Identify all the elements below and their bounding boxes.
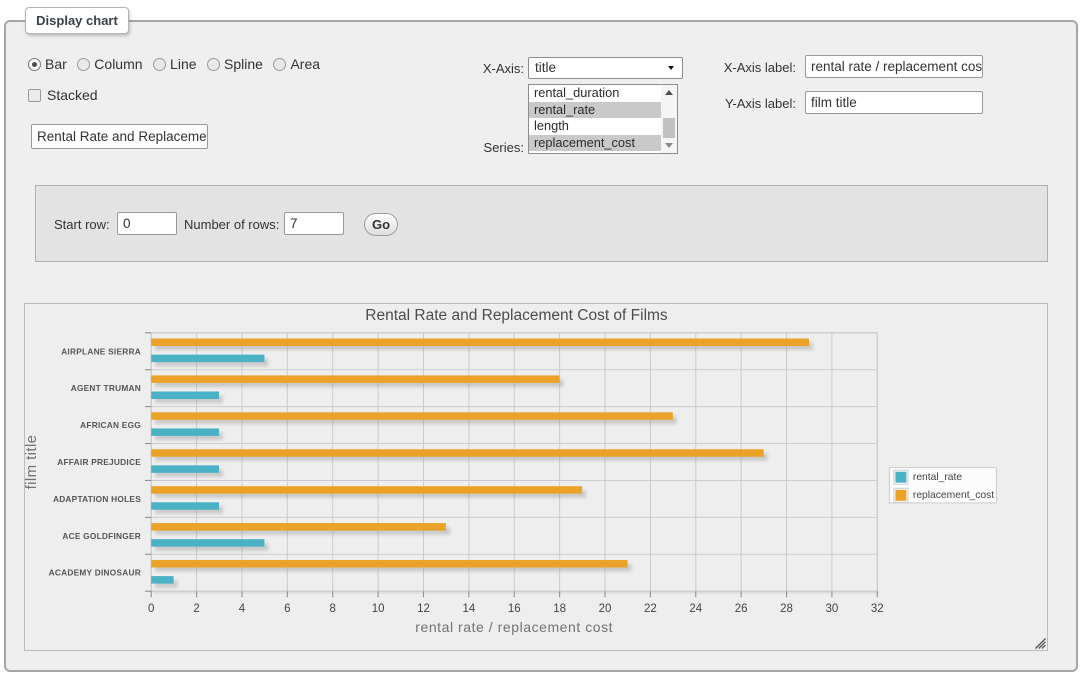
svg-text:18: 18	[553, 603, 566, 615]
svg-text:ACADEMY DINOSAUR: ACADEMY DINOSAUR	[49, 568, 141, 578]
svg-text:0: 0	[148, 603, 154, 615]
svg-text:Rental Rate and Replacement Co: Rental Rate and Replacement Cost of Film…	[365, 307, 668, 324]
svg-text:8: 8	[330, 603, 336, 615]
svg-text:30: 30	[826, 603, 839, 615]
svg-text:4: 4	[239, 603, 246, 615]
svg-text:10: 10	[372, 603, 385, 615]
svg-text:26: 26	[735, 603, 748, 615]
svg-text:AGENT TRUMAN: AGENT TRUMAN	[71, 383, 141, 393]
svg-text:replacement_cost: replacement_cost	[913, 490, 994, 501]
svg-text:2: 2	[193, 603, 199, 615]
svg-text:24: 24	[689, 603, 702, 615]
svg-text:12: 12	[417, 603, 430, 615]
svg-text:6: 6	[284, 603, 290, 615]
svg-text:rental rate / replacement cost: rental rate / replacement cost	[415, 619, 613, 635]
svg-text:32: 32	[871, 603, 884, 615]
svg-text:AFFAIR PREJUDICE: AFFAIR PREJUDICE	[57, 457, 141, 467]
svg-text:20: 20	[599, 603, 612, 615]
svg-text:film title: film title	[25, 435, 40, 490]
svg-text:28: 28	[780, 603, 793, 615]
svg-text:rental_rate: rental_rate	[913, 472, 963, 483]
svg-text:22: 22	[644, 603, 657, 615]
svg-text:AFRICAN EGG: AFRICAN EGG	[80, 420, 141, 430]
svg-text:14: 14	[462, 603, 475, 615]
svg-text:ACE GOLDFINGER: ACE GOLDFINGER	[62, 531, 141, 541]
svg-text:AIRPLANE SIERRA: AIRPLANE SIERRA	[61, 346, 141, 356]
svg-text:ADAPTATION HOLES: ADAPTATION HOLES	[53, 494, 141, 504]
svg-text:16: 16	[508, 603, 521, 615]
